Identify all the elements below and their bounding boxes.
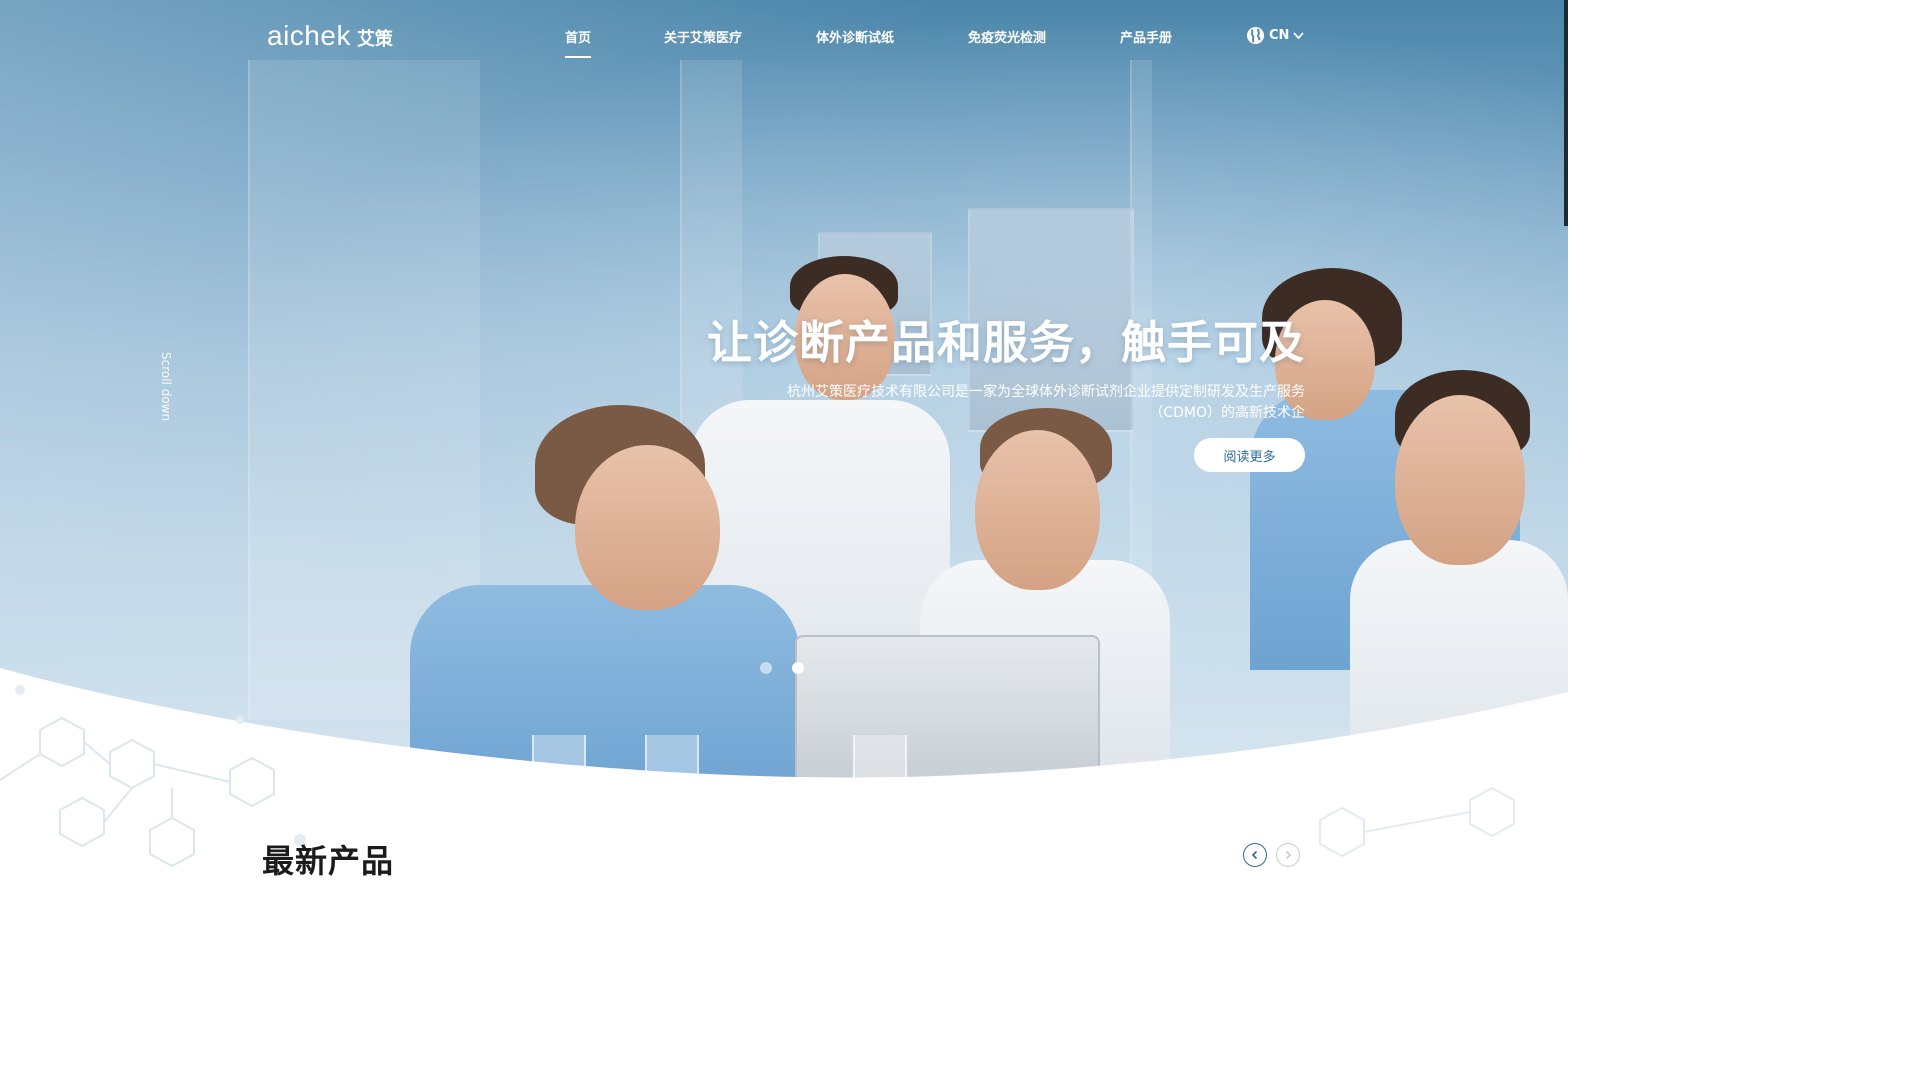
chevron-right-icon [1285, 850, 1292, 860]
section-title-latest-products: 最新产品 [262, 842, 395, 880]
brand-logo[interactable]: aichek 艾策 [267, 20, 393, 52]
nav-item-ivd-strips[interactable]: 体外诊断试纸 [816, 27, 894, 46]
globe-icon [1246, 26, 1265, 45]
carousel-dot-1[interactable] [760, 662, 772, 674]
nav-item-product-manual[interactable]: 产品手册 [1120, 27, 1172, 46]
logo-chinese: 艾策 [356, 29, 393, 50]
language-label: CN [1269, 28, 1290, 43]
carousel-dot-2-active[interactable] [792, 662, 804, 674]
nav-item-immunofluorescence[interactable]: 免疫荧光检测 [968, 27, 1046, 46]
nav-item-about[interactable]: 关于艾策医疗 [664, 27, 742, 46]
top-navigation: aichek 艾策 首页 关于艾策医疗 体外诊断试纸 免疫荧光检测 产品手册 C… [0, 0, 1568, 72]
carousel-prev-button[interactable] [1243, 843, 1267, 867]
scroll-down-hint[interactable]: Scroll down [157, 352, 173, 424]
read-more-button[interactable]: 阅读更多 [1194, 438, 1305, 472]
carousel-next-button[interactable] [1276, 843, 1300, 867]
hero-subline: 杭州艾策医疗技术有限公司是一家为全球体外诊断试剂企业提供定制研发及生产服务（CD… [787, 384, 1305, 421]
nav-item-home[interactable]: 首页 [565, 27, 592, 58]
molecule-decoration [1319, 786, 1515, 858]
chevron-left-icon [1251, 850, 1258, 860]
logo-wordmark: aichek [267, 20, 351, 51]
language-selector[interactable]: CN [1246, 26, 1305, 45]
page-scrollbar[interactable] [1564, 0, 1568, 226]
chevron-down-icon [1293, 31, 1305, 39]
hero-headline: 让诊断产品和服务，触手可及 [706, 316, 1305, 369]
